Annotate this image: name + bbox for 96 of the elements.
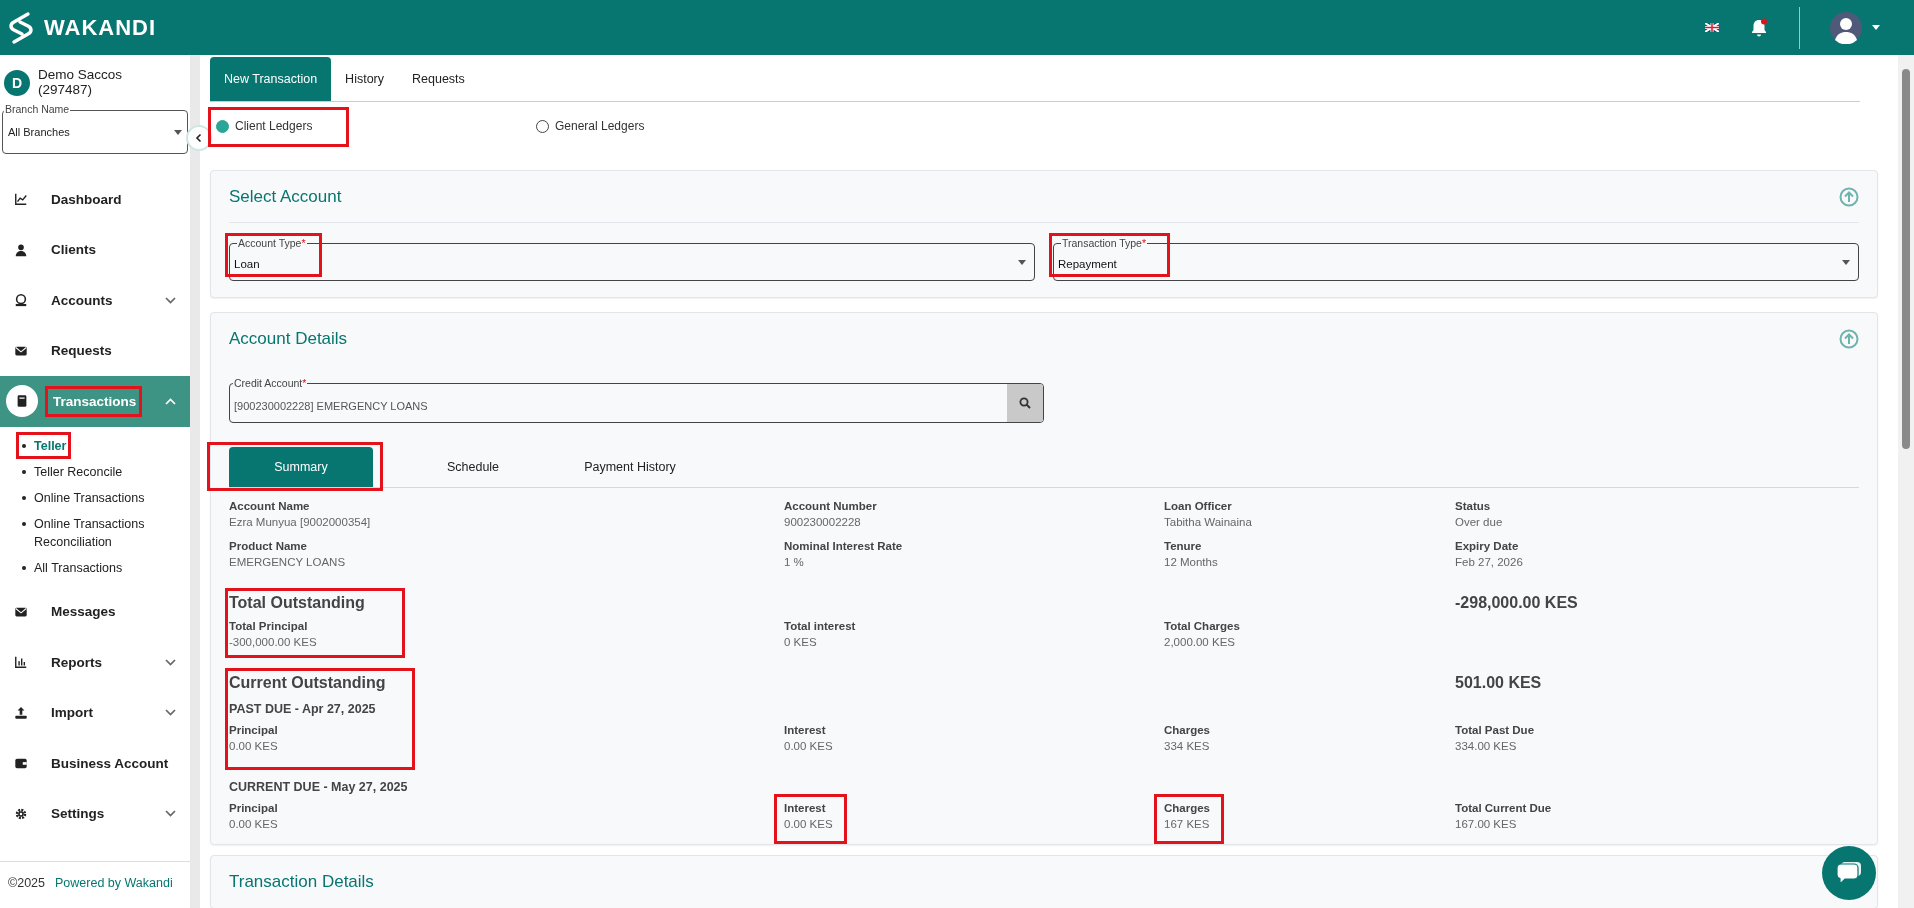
search-icon <box>1019 397 1031 409</box>
field-label: Nominal Interest Rate <box>784 539 903 554</box>
powered-by-link[interactable]: Powered by Wakandi <box>55 876 173 890</box>
nav-subitem[interactable]: Online Transactions Reconciliation <box>20 510 190 555</box>
copyright-text: ©2025 <box>8 876 46 890</box>
field-value: 900230002228 <box>784 515 862 530</box>
upload-icon <box>14 705 28 720</box>
field-label: Tenure <box>1164 539 1203 554</box>
field-value: 0.00 KES <box>229 817 278 832</box>
user-icon <box>14 242 28 257</box>
summary-tab[interactable]: Payment History <box>573 447 687 487</box>
field-value: 0.00 KES <box>229 739 278 754</box>
arrow-up-icon <box>1839 329 1859 349</box>
arrow-up-icon <box>1839 186 1859 207</box>
search-button[interactable] <box>1007 384 1043 422</box>
summary-tab[interactable]: Summary <box>229 447 373 487</box>
avatar-icon[interactable] <box>1830 11 1862 44</box>
field-value: 334.00 KES <box>1455 739 1518 754</box>
card-title: Transaction Details <box>229 872 374 892</box>
chevron-left-icon <box>194 133 204 143</box>
field-label: Principal <box>229 723 278 738</box>
nav-item[interactable]: Transactions <box>0 376 190 427</box>
field-value: Feb 27, 2026 <box>1455 555 1523 570</box>
section-total: 501.00 KES <box>1455 673 1543 693</box>
card-title: Select Account <box>229 186 342 207</box>
settings-icon <box>14 806 28 821</box>
logo-icon <box>6 10 36 45</box>
tab[interactable]: Requests <box>398 57 479 101</box>
field-label: Charges <box>1164 801 1211 816</box>
due-heading: CURRENT DUE - May 27, 2025 <box>229 779 409 796</box>
ledger-radio[interactable]: General Ledgers <box>536 119 645 133</box>
bars-icon <box>14 655 28 670</box>
field-label: Account Number <box>784 499 877 514</box>
field-value: Ezra Munyua [9002000354] <box>229 515 371 530</box>
chat-bubble-icon <box>1836 861 1862 885</box>
field-label: Principal <box>229 801 278 816</box>
nav-item[interactable]: Clients <box>0 224 190 275</box>
section-title: Current Outstanding <box>229 673 387 693</box>
notification-bell-icon[interactable] <box>1749 17 1769 38</box>
field-label: Status <box>1455 499 1492 514</box>
field-value: Tabitha Wainaina <box>1164 515 1252 530</box>
book-icon <box>15 394 29 409</box>
field-value: 167 KES <box>1164 817 1211 832</box>
summary-tab[interactable]: Schedule <box>373 447 573 487</box>
field-value: 334 KES <box>1164 739 1211 754</box>
field-label: Account Name <box>229 499 311 514</box>
field-value: 167.00 KES <box>1455 817 1518 832</box>
field-label: Total Current Due <box>1455 801 1552 816</box>
tab[interactable]: History <box>331 57 398 101</box>
due-heading: PAST DUE - Apr 27, 2025 <box>229 701 377 718</box>
field-value: 0.00 KES <box>784 817 833 832</box>
field-label: Expiry Date <box>1455 539 1520 554</box>
nav-item[interactable]: Business Account <box>0 738 190 789</box>
nav-subitem[interactable]: All Transactions <box>20 554 190 581</box>
card-title: Account Details <box>229 329 348 349</box>
field-value: 12 Months <box>1164 555 1218 570</box>
nav-item[interactable]: Requests <box>0 325 190 376</box>
wallet-icon <box>14 756 28 771</box>
nav-item[interactable]: Dashboard <box>0 174 190 225</box>
section-total: -298,000.00 KES <box>1455 593 1579 613</box>
field-label: Charges <box>1164 723 1211 738</box>
field-value: Over due <box>1455 515 1503 530</box>
field-label: Interest <box>784 801 827 816</box>
nav-item[interactable]: Accounts <box>0 275 190 326</box>
field-label: Interest <box>784 723 827 738</box>
field-label: Loan Officer <box>1164 499 1233 514</box>
flag-icon[interactable] <box>1705 23 1719 32</box>
nav-item[interactable]: Settings <box>0 788 190 839</box>
field-value: 2,000.00 KES <box>1164 635 1236 650</box>
section-title: Total Outstanding <box>229 593 366 613</box>
field-label: Total Past Due <box>1455 723 1535 738</box>
field-label: Product Name <box>229 539 308 554</box>
nav-item[interactable]: Import <box>0 687 190 738</box>
nav-subitem[interactable]: Teller <box>20 432 190 459</box>
field-value: -300,000.00 KES <box>229 635 317 650</box>
field-label: Total Charges <box>1164 619 1240 634</box>
scrollbar[interactable] <box>1898 55 1914 908</box>
nav-item[interactable]: Messages <box>0 586 190 637</box>
nav-subitem[interactable]: Online Transactions <box>20 484 190 511</box>
org-name: Demo Saccos <box>38 67 123 82</box>
field-label: Total interest <box>784 619 856 634</box>
field-value: 0 KES <box>784 635 818 650</box>
nav-subitem[interactable]: Teller Reconcile <box>20 458 190 485</box>
field-label: Total Principal <box>229 619 309 634</box>
ledger-radio[interactable]: Client Ledgers <box>216 119 313 133</box>
chart-icon <box>14 192 28 207</box>
org-code: (297487) <box>38 82 94 97</box>
field-value: 1 % <box>784 555 805 570</box>
branch-dropdown[interactable]: Branch Name All Branches <box>2 103 188 154</box>
org-avatar: D <box>4 70 30 96</box>
brand-name: WAKANDI <box>44 14 157 41</box>
field-value: EMERGENCY LOANS <box>229 555 346 570</box>
nav-item[interactable]: Reports <box>0 637 190 688</box>
tab[interactable]: New Transaction <box>210 57 332 101</box>
caret-icon[interactable] <box>1872 25 1880 30</box>
field-value: 0.00 KES <box>784 739 833 754</box>
